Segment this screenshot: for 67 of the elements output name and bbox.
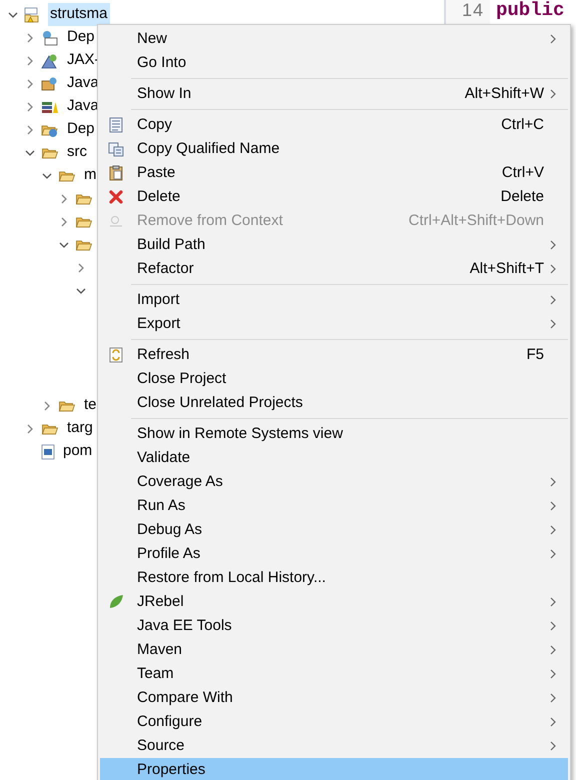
web-service-icon [41, 52, 59, 68]
menu-item[interactable]: Go Into [100, 51, 568, 75]
menu-item[interactable]: Import [100, 288, 568, 312]
menu-item[interactable]: Debug As [100, 518, 568, 542]
delete-icon [109, 190, 123, 204]
library-icon [41, 76, 59, 92]
menu-item[interactable]: Show In Alt+Shift+W [100, 82, 568, 106]
clipboard-icon [109, 165, 123, 181]
chevron-down-icon[interactable] [25, 148, 35, 158]
menu-item[interactable]: Delete Delete [100, 185, 568, 209]
menu-item[interactable]: Java EE Tools [100, 614, 568, 638]
menu-item[interactable]: Refresh F5 [100, 343, 568, 367]
menu-item[interactable]: Copy Qualified Name [100, 137, 568, 161]
chevron-down-icon[interactable] [76, 286, 86, 296]
menu-item[interactable]: Team [100, 662, 568, 686]
menu-item[interactable]: Properties [100, 758, 568, 780]
menu-item[interactable]: Validate [100, 446, 568, 470]
menu-item[interactable]: Close Project [100, 367, 568, 391]
chevron-right-icon[interactable] [42, 400, 52, 410]
menu-item[interactable]: Copy Ctrl+C [100, 113, 568, 137]
menu-item[interactable]: Close Unrelated Projects [100, 391, 568, 415]
chevron-right-icon[interactable] [59, 194, 69, 204]
menu-item[interactable]: Run As [100, 494, 568, 518]
menu-item[interactable]: JRebel [100, 590, 568, 614]
menu-item[interactable]: Configure [100, 710, 568, 734]
menu-item[interactable]: Profile As [100, 542, 568, 566]
maven-file-icon [41, 444, 55, 460]
menu-item[interactable]: Compare With [100, 686, 568, 710]
chevron-right-icon[interactable] [25, 78, 35, 88]
chevron-right-icon[interactable] [25, 56, 35, 66]
tree-item[interactable]: m [82, 164, 98, 187]
menu-item[interactable]: Coverage As [100, 470, 568, 494]
tree-item[interactable]: strutsma [48, 3, 110, 26]
tree-item[interactable]: targ [65, 417, 95, 440]
chevron-right-icon[interactable] [25, 424, 35, 434]
remove-context-icon [109, 215, 123, 227]
code-keyword: public [496, 1, 564, 20]
menu-item[interactable]: Build Path [100, 233, 568, 257]
menu-item[interactable]: New [100, 27, 568, 51]
refresh-icon [109, 347, 123, 363]
menu-item[interactable]: Paste Ctrl+V [100, 161, 568, 185]
tree-item[interactable]: Dep [65, 118, 97, 141]
chevron-right-icon[interactable] [25, 32, 35, 42]
chevron-down-icon[interactable] [59, 240, 69, 250]
chevron-right-icon[interactable] [59, 216, 69, 226]
copy-name-icon [108, 142, 124, 156]
tree-item[interactable]: src [65, 141, 89, 164]
tree-item[interactable]: te [82, 394, 99, 417]
menu-item[interactable]: Source [100, 734, 568, 758]
menu-item[interactable]: Refactor Alt+Shift+T [100, 257, 568, 281]
menu-item[interactable]: Restore from Local History... [100, 566, 568, 590]
chevron-right-icon[interactable] [25, 124, 35, 134]
descriptor-icon [41, 30, 59, 46]
menu-item[interactable]: Maven [100, 638, 568, 662]
leaf-icon [108, 594, 124, 610]
chevron-down-icon[interactable] [42, 170, 52, 180]
chevron-right-icon[interactable] [76, 262, 86, 272]
tree-item[interactable]: Java [65, 72, 101, 95]
chevron-right-icon[interactable] [25, 102, 35, 112]
tree-item[interactable]: Java [65, 95, 101, 118]
menu-item[interactable]: Show in Remote Systems view [100, 422, 568, 446]
menu-item[interactable]: Export [100, 312, 568, 336]
line-number: 14 [460, 1, 484, 20]
tree-item[interactable]: pom [61, 440, 94, 463]
tree-item[interactable]: Dep [65, 26, 97, 49]
chevron-down-icon[interactable] [8, 10, 18, 20]
copy-icon [109, 117, 123, 133]
